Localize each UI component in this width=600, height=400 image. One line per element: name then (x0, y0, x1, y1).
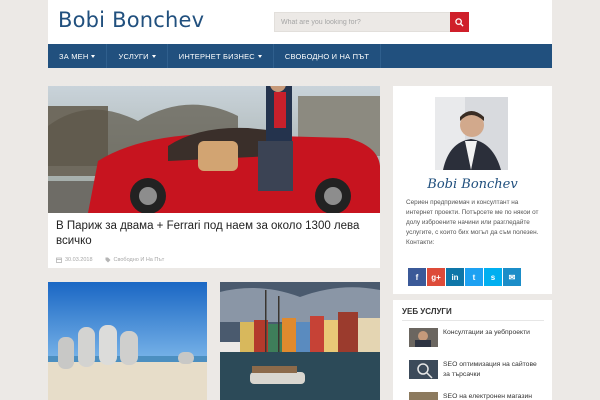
chevron-down-icon (91, 54, 96, 58)
calendar-icon (56, 257, 62, 263)
post-thumbnail-harbour-city[interactable] (220, 282, 380, 400)
nav-item-label: Услуги (118, 51, 149, 61)
post-category[interactable]: Свободно И На Път (114, 257, 165, 263)
service-item[interactable]: Консултации за уебпроекти (409, 328, 545, 350)
service-item[interactable]: SEO оптимизация на сайтове за търсачки (409, 360, 545, 382)
featured-post-image[interactable] (48, 86, 380, 213)
service-thumbnail (409, 392, 438, 400)
post-meta: 30.03.2018 Свободно И На Път (56, 257, 164, 263)
tag-icon (105, 257, 111, 263)
featured-post: В Париж за двама + Ferrari под наем за о… (48, 86, 380, 268)
service-thumbnail (409, 328, 438, 347)
nav-item-label: За мен (59, 51, 89, 61)
nav-item-about[interactable]: За мен (48, 44, 108, 68)
service-item[interactable]: SEO на електронен магазин (409, 392, 545, 400)
service-thumbnail (409, 360, 438, 379)
twitter-icon[interactable]: t (465, 268, 483, 286)
author-signature: Bobi Bonchev (427, 177, 518, 192)
nav-item-label: Свободно и на път (284, 51, 370, 61)
main-nav: За мен Услуги Интернет бизнес Свободно и… (48, 44, 552, 68)
post-date: 30.03.2018 (65, 257, 93, 263)
avatar (435, 97, 508, 170)
search-input[interactable] (274, 12, 451, 32)
linkedin-icon[interactable]: in (446, 268, 464, 286)
chevron-down-icon (257, 54, 262, 58)
nav-item-services[interactable]: Услуги (107, 44, 168, 68)
nav-item-free-travel[interactable]: Свободно и на път (274, 44, 382, 68)
featured-post-title[interactable]: В Париж за двама + Ferrari под наем за о… (56, 219, 372, 249)
divider (402, 320, 544, 321)
service-label: SEO оптимизация на сайтове за търсачки (443, 361, 537, 378)
facebook-icon[interactable]: f (408, 268, 426, 286)
post-thumbnail-hand-sculpture[interactable] (48, 282, 207, 400)
service-label: SEO на електронен магазин (443, 393, 533, 400)
chevron-down-icon (151, 54, 156, 58)
email-icon[interactable]: ✉ (503, 268, 521, 286)
search-icon (455, 17, 464, 27)
nav-item-label: Интернет бизнес (178, 51, 255, 61)
site-header: Bobi Bonchev (48, 0, 552, 44)
skype-icon[interactable]: s (484, 268, 502, 286)
search-button[interactable] (450, 12, 469, 32)
social-links: f g+ in t s ✉ (408, 268, 521, 286)
author-bio: Сериен предприемач и консултант на интер… (406, 199, 539, 246)
author-profile-widget: Bobi Bonchev Сериен предприемач и консул… (393, 86, 552, 294)
widget-title: Уеб услуги (402, 307, 452, 316)
site-title[interactable]: Bobi Bonchev (58, 8, 204, 32)
nav-item-internet-business[interactable]: Интернет бизнес (168, 44, 274, 68)
service-label: Консултации за уебпроекти (443, 329, 530, 336)
web-services-widget: Уеб услуги Консултации за уебпроекти SEO… (393, 300, 552, 400)
google-plus-icon[interactable]: g+ (427, 268, 445, 286)
